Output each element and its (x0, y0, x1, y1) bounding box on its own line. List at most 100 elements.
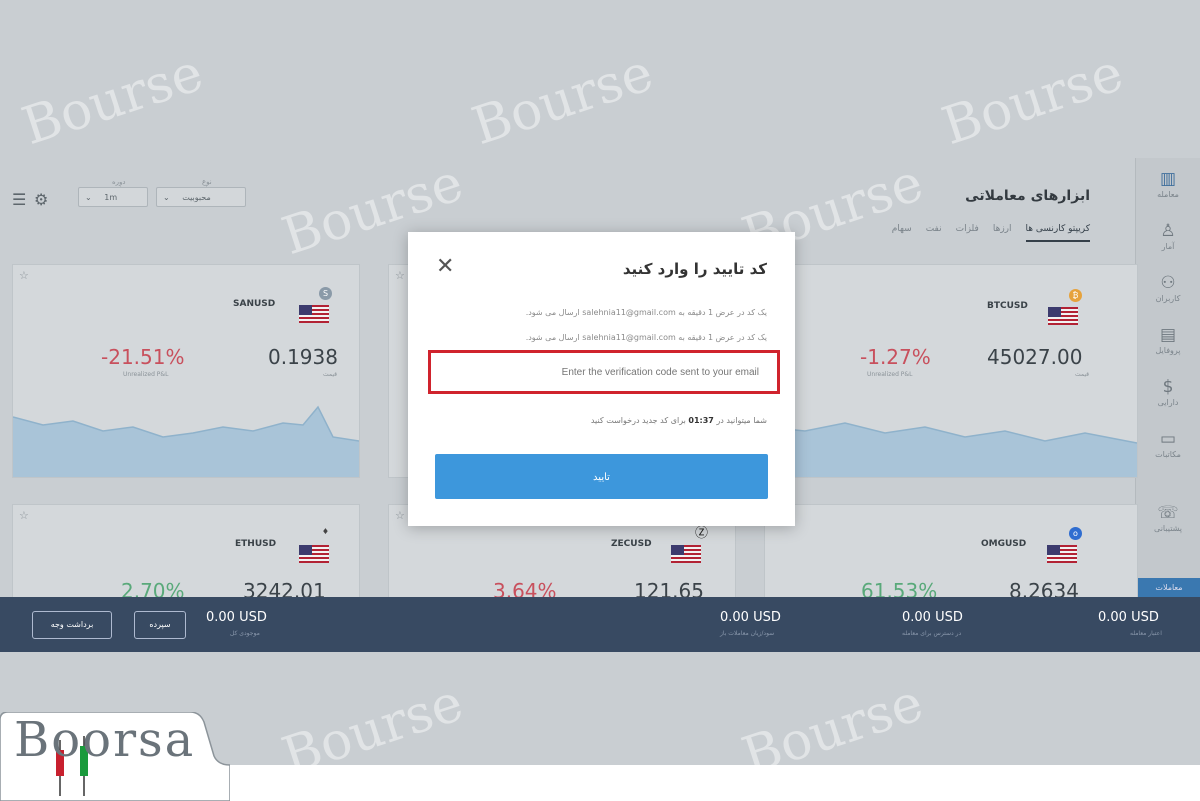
omg-icon: o (1069, 527, 1082, 540)
tab-stocks[interactable]: سهام (892, 224, 912, 242)
total-balance-label: موجودی کل (230, 630, 260, 637)
confirm-button[interactable]: تایید (435, 454, 768, 499)
change-percent: -1.27% (860, 345, 931, 369)
sidebar-item-label: مکاتبات (1155, 450, 1181, 459)
brand-logo: Boorsa (0, 712, 230, 801)
support-icon: ☏ (1157, 503, 1179, 523)
bitcoin-icon: ₿ (1069, 289, 1082, 302)
us-flag-icon (299, 545, 329, 563)
timer-prefix: شما میتوانید در (716, 416, 767, 425)
watermark: Bourse (465, 42, 661, 158)
users-icon: ⚇ (1160, 273, 1176, 293)
sidebar-item-label: دارایی (1157, 398, 1179, 407)
watermark: Bourse (15, 42, 211, 158)
logo-text: Boorsa (14, 712, 196, 768)
sidebar-item-profile[interactable]: ▤ پروفایل (1136, 320, 1200, 368)
credit-balance: 0.00 USD (1098, 610, 1159, 625)
symbol: SANUSD (233, 299, 276, 309)
change-label: Unrealized P&L (123, 371, 169, 378)
price-sparkline (13, 405, 359, 477)
chart-type-select[interactable]: ⌄ محبوبیت (156, 187, 246, 207)
price-label: قیمت (1075, 371, 1090, 378)
sidebar-item-trade[interactable]: ▥ معامله (1136, 164, 1200, 212)
watermark: Bourse (735, 672, 931, 765)
sidebar-item-assets[interactable]: $ دارایی (1136, 372, 1200, 420)
available-balance: 0.00 USD (902, 610, 963, 625)
dialog-message: یک کد در عرض 1 دقیقه به salehnia11@gmail… (525, 333, 767, 342)
instrument-card[interactable]: OMGUSD o 8.2634 61.53% (764, 504, 1138, 606)
instrument-card[interactable]: BTCUSD ₿ 45027.00 قیمت -1.27% Unrealized… (764, 264, 1138, 478)
list-icon[interactable]: ☰ (12, 190, 26, 209)
price: 45027.00 (987, 345, 1083, 369)
star-icon[interactable]: ☆ (395, 269, 405, 282)
tab-crypto[interactable]: کریپتو کارنسی ها (1025, 224, 1090, 242)
us-flag-icon (1047, 545, 1077, 563)
watermark: Bourse (935, 42, 1131, 158)
coin-icon: S (319, 287, 332, 300)
sidebar: ▥ معامله ♙ آمار ⚇ کاربران ▤ پروفایل $ دا… (1135, 158, 1200, 598)
resend-timer: شما میتوانید در 01:37 برای کد جدید درخوا… (591, 416, 767, 425)
sidebar-item-label: پروفایل (1155, 346, 1181, 355)
trading-screen: Bourse Bourse Bourse Bourse Bourse Bours… (0, 0, 1200, 765)
withdraw-button[interactable]: برداشت وجه (32, 611, 112, 639)
timer-suffix: برای کد جدید درخواست کنید (590, 416, 686, 425)
us-flag-icon (1048, 307, 1078, 325)
symbol: ETHUSD (235, 539, 277, 549)
symbol: BTCUSD (987, 301, 1028, 311)
period-select[interactable]: ⌄ 1m (78, 187, 148, 207)
chevron-down-icon: ⌄ (85, 193, 92, 202)
open-pnl: 0.00 USD (720, 610, 781, 625)
price-label: قیمت (323, 371, 338, 378)
available-balance-label: در دسترس برای معامله (902, 630, 962, 637)
instrument-tabs: کریپتو کارنسی ها ارزها فلزات نفت سهام (892, 224, 1090, 242)
us-flag-icon (299, 305, 329, 323)
total-balance: 0.00 USD (206, 610, 267, 625)
chevron-down-icon: ⌄ (163, 193, 170, 202)
timer-value: 01:37 (688, 416, 714, 425)
page-title: ابزارهای معاملاتی (965, 188, 1090, 204)
symbol: ZECUSD (611, 539, 652, 549)
sidebar-item-stats[interactable]: ♙ آمار (1136, 216, 1200, 264)
zcash-icon: Ⓩ (695, 526, 709, 541)
sidebar-item-label: آمار (1161, 242, 1175, 251)
verification-dialog: ✕ کد تایید را وارد کنید یک کد در عرض 1 د… (408, 232, 795, 526)
instrument-card[interactable]: ☆ SANUSD S 0.1938 قیمت -21.51% Unrealize… (12, 264, 360, 478)
price-sparkline (765, 422, 1137, 477)
open-pnl-label: سود/زیان معاملات باز (720, 630, 775, 637)
instrument-card[interactable]: ☆ ETHUSD ♦ 3242.01 2.70% (12, 504, 360, 606)
price: 0.1938 (268, 345, 338, 369)
symbol: OMGUSD (981, 539, 1027, 549)
star-icon[interactable]: ☆ (19, 509, 29, 522)
close-icon[interactable]: ✕ (436, 254, 454, 279)
window-icon: ▭ (1159, 429, 1177, 449)
sidebar-item-messages[interactable]: ▭ مکاتبات (1136, 424, 1200, 472)
credit-balance-label: اعتبار معامله (1130, 630, 1162, 637)
watermark: Bourse (275, 672, 471, 765)
sidebar-item-support[interactable]: ☏ پشتیبانی (1136, 498, 1200, 546)
id-card-icon: ▤ (1159, 325, 1177, 345)
account-summary-bar: برداشت وجه سپرده 0.00 USD موجودی کل 0.00… (0, 597, 1200, 652)
change-label: Unrealized P&L (867, 371, 913, 378)
star-icon[interactable]: ☆ (395, 509, 405, 522)
dialog-title: کد تایید را وارد کنید (622, 260, 767, 278)
star-icon[interactable]: ☆ (19, 269, 29, 282)
sidebar-item-users[interactable]: ⚇ کاربران (1136, 268, 1200, 316)
verification-code-input[interactable] (428, 350, 780, 394)
period-value: 1m (104, 193, 118, 202)
sidebar-item-label: معامله (1157, 190, 1179, 199)
change-percent: -21.51% (101, 345, 185, 369)
chart-icon: ▥ (1159, 169, 1177, 189)
sidebar-item-label: پشتیبانی (1154, 524, 1182, 533)
gear-icon[interactable]: ⚙ (34, 190, 48, 209)
deposit-button[interactable]: سپرده (134, 611, 186, 639)
chat-button[interactable]: معاملات (1138, 578, 1200, 598)
tab-oil[interactable]: نفت (926, 224, 942, 242)
dollar-icon: $ (1162, 377, 1174, 397)
tab-currencies[interactable]: ارزها (993, 224, 1012, 242)
tab-metals[interactable]: فلزات (956, 224, 979, 242)
ethereum-icon: ♦ (321, 527, 330, 536)
sidebar-item-label: کاربران (1155, 294, 1181, 303)
dialog-message: یک کد در عرض 1 دقیقه به salehnia11@gmail… (525, 308, 767, 317)
user-icon: ♙ (1160, 221, 1176, 241)
us-flag-icon (671, 545, 701, 563)
